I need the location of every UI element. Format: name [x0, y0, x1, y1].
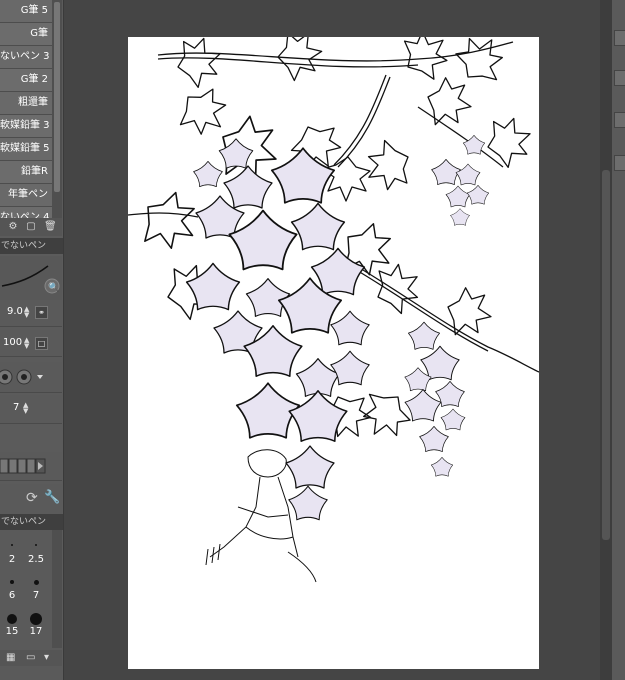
trash-icon[interactable]: 🗑 [44, 221, 57, 232]
grid-icon[interactable]: ▦ [6, 652, 15, 663]
opacity-spinner[interactable]: ▲ ▼ [24, 337, 29, 350]
brush-size-cell[interactable]: 17 [24, 610, 48, 650]
texture-row [0, 452, 62, 481]
brush-size-cell[interactable]: 2 [0, 538, 24, 578]
size-palette-scrollbar[interactable] [52, 530, 62, 648]
brush-item[interactable]: 軟媒鉛筆 5 [0, 138, 52, 161]
panel-tab-button[interactable] [614, 70, 625, 86]
brush-size-row: 9.0 ▲ ▼ ⚭ [0, 300, 62, 327]
tray-icon[interactable]: ▭ [26, 652, 35, 663]
brush-size-cell[interactable]: 7 [24, 574, 48, 614]
brush-item[interactable]: 年筆ペン [0, 184, 52, 207]
size-palette-toolbar: ▦ ▭ ▾ [0, 650, 62, 666]
brush-item[interactable]: 鉛筆R [0, 161, 52, 184]
brush-shape-row [0, 362, 62, 393]
brush-size-label: 15 [5, 626, 19, 637]
panel-tab-button[interactable] [614, 155, 625, 171]
brush-size-header: でないペン [0, 514, 63, 530]
reset-icon[interactable]: ⟳ [26, 490, 38, 506]
scrollbar-thumb[interactable] [54, 2, 60, 192]
brush-size-label: 17 [29, 626, 43, 637]
panel-tab-button[interactable] [614, 30, 625, 46]
svg-text:🔍: 🔍 [48, 281, 59, 293]
canvas-vertical-scrollbar[interactable] [600, 0, 612, 680]
new-brush-icon[interactable]: ▢ [26, 221, 36, 232]
brush-size-label: 2 [8, 554, 16, 565]
opacity-row: 100 ▲ ▼ □ [0, 330, 62, 357]
wisteria-line-drawing [127, 21, 540, 583]
brush-shape-icons[interactable] [0, 362, 62, 392]
stabilization-row: 7 ▲ ▼ [0, 395, 62, 424]
stroke-preview-curve: 🔍 [1, 265, 60, 294]
collapse-icon[interactable]: ▾ [44, 652, 49, 663]
brush-size-cell[interactable]: 2.5 [24, 538, 48, 578]
brush-item[interactable]: G筆 [0, 23, 52, 46]
wrench-icon[interactable]: 🔧 [44, 490, 60, 505]
brush-item[interactable]: 粗還筆 [0, 92, 52, 115]
left-tool-panel: G筆 5 G筆 ないペン 3 G筆 2 粗還筆 軟媒鉛筆 3 軟媒鉛筆 5 鉛筆… [0, 0, 64, 680]
stabilization-spinner[interactable]: ▲ ▼ [23, 402, 28, 415]
brush-size-cell[interactable]: 15 [0, 610, 24, 650]
tool-property-header: でないペン [0, 238, 63, 254]
brush-item[interactable]: G筆 2 [0, 69, 52, 92]
stabilization-value[interactable]: 7 [13, 402, 19, 413]
stroke-preview: 🔍 [0, 256, 62, 301]
brush-size-label: 7 [32, 590, 40, 601]
brush-size-cell[interactable]: 6 [0, 574, 24, 614]
brush-item[interactable]: 軟媒鉛筆 3 [0, 115, 52, 138]
settings-icon[interactable]: ⚙ [8, 221, 18, 232]
pressure-icon[interactable]: ⚭ [35, 306, 48, 319]
scrollbar-thumb[interactable] [602, 170, 610, 540]
brush-list-toolbar: ⚙ ▢ 🗑 [0, 218, 62, 236]
brush-list-scrollbar[interactable] [52, 0, 62, 218]
panel-tab-button[interactable] [614, 112, 625, 128]
brush-list: G筆 5 G筆 ないペン 3 G筆 2 粗還筆 軟媒鉛筆 3 軟媒鉛筆 5 鉛筆… [0, 0, 52, 230]
brush-size-spinner[interactable]: ▲ ▼ [24, 306, 29, 319]
brush-size-value[interactable]: 9.0 [7, 306, 23, 317]
brush-size-palette: 2 2.5 6 7 15 17 ▦ ▭ ▾ [0, 530, 62, 680]
opacity-value[interactable]: 100 [3, 337, 22, 348]
brush-size-label: 2.5 [28, 554, 44, 565]
brush-item[interactable]: G筆 5 [0, 0, 52, 23]
right-panel-strip [612, 0, 625, 680]
tool-settings-row: ⟳ 🔧 [0, 484, 62, 514]
texture-swatches[interactable] [0, 452, 62, 480]
opacity-toggle-icon[interactable]: □ [35, 337, 48, 350]
brush-item[interactable]: ないペン 3 [0, 46, 52, 69]
brush-size-label: 6 [8, 590, 16, 601]
drawing-canvas[interactable] [127, 21, 540, 669]
